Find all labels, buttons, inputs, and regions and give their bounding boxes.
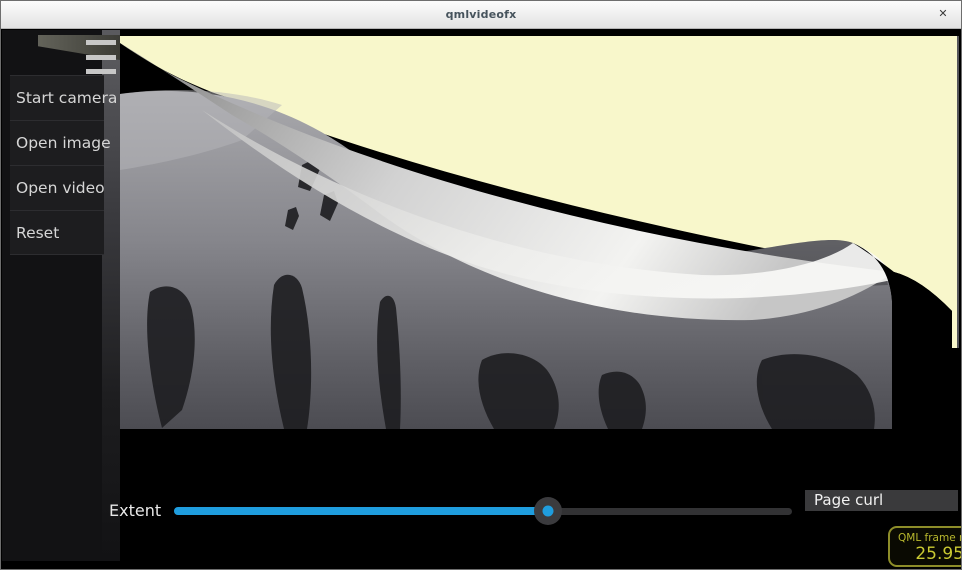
slider-fill: [174, 507, 548, 515]
sidebar-item-start-camera[interactable]: Start camera: [10, 75, 104, 120]
menu-icon-bar: [86, 40, 116, 45]
slider-handle-dot: [542, 506, 553, 517]
fps-badge-value: 25.95: [898, 544, 962, 564]
app-window: qmlvideofx ✕: [0, 0, 962, 570]
sidebar-item-open-image[interactable]: Open image: [10, 120, 104, 165]
extent-slider[interactable]: [174, 497, 792, 525]
window-title: qmlvideofx: [1, 8, 961, 21]
effect-selector-button[interactable]: Page curl: [805, 490, 958, 511]
extent-slider-label: Extent: [109, 501, 161, 520]
fps-badge: QML frame r... 25.95: [888, 526, 962, 567]
main-content: Start camera Open image Open video Reset…: [2, 30, 962, 570]
sidebar-item-open-video[interactable]: Open video: [10, 165, 104, 210]
video-surface[interactable]: [2, 30, 962, 569]
close-icon[interactable]: ✕: [935, 6, 951, 22]
sidebar: Start camera Open image Open video Reset: [2, 30, 120, 561]
menu-icon-bar: [86, 69, 116, 74]
slider-handle[interactable]: [534, 497, 562, 525]
sidebar-item-reset[interactable]: Reset: [10, 210, 104, 255]
sidebar-menu: Start camera Open image Open video Reset: [10, 75, 104, 255]
menu-icon[interactable]: [86, 40, 116, 74]
menu-icon-bar: [86, 55, 116, 60]
title-bar: qmlvideofx ✕: [1, 1, 961, 29]
fps-badge-label: QML frame r...: [898, 532, 962, 544]
